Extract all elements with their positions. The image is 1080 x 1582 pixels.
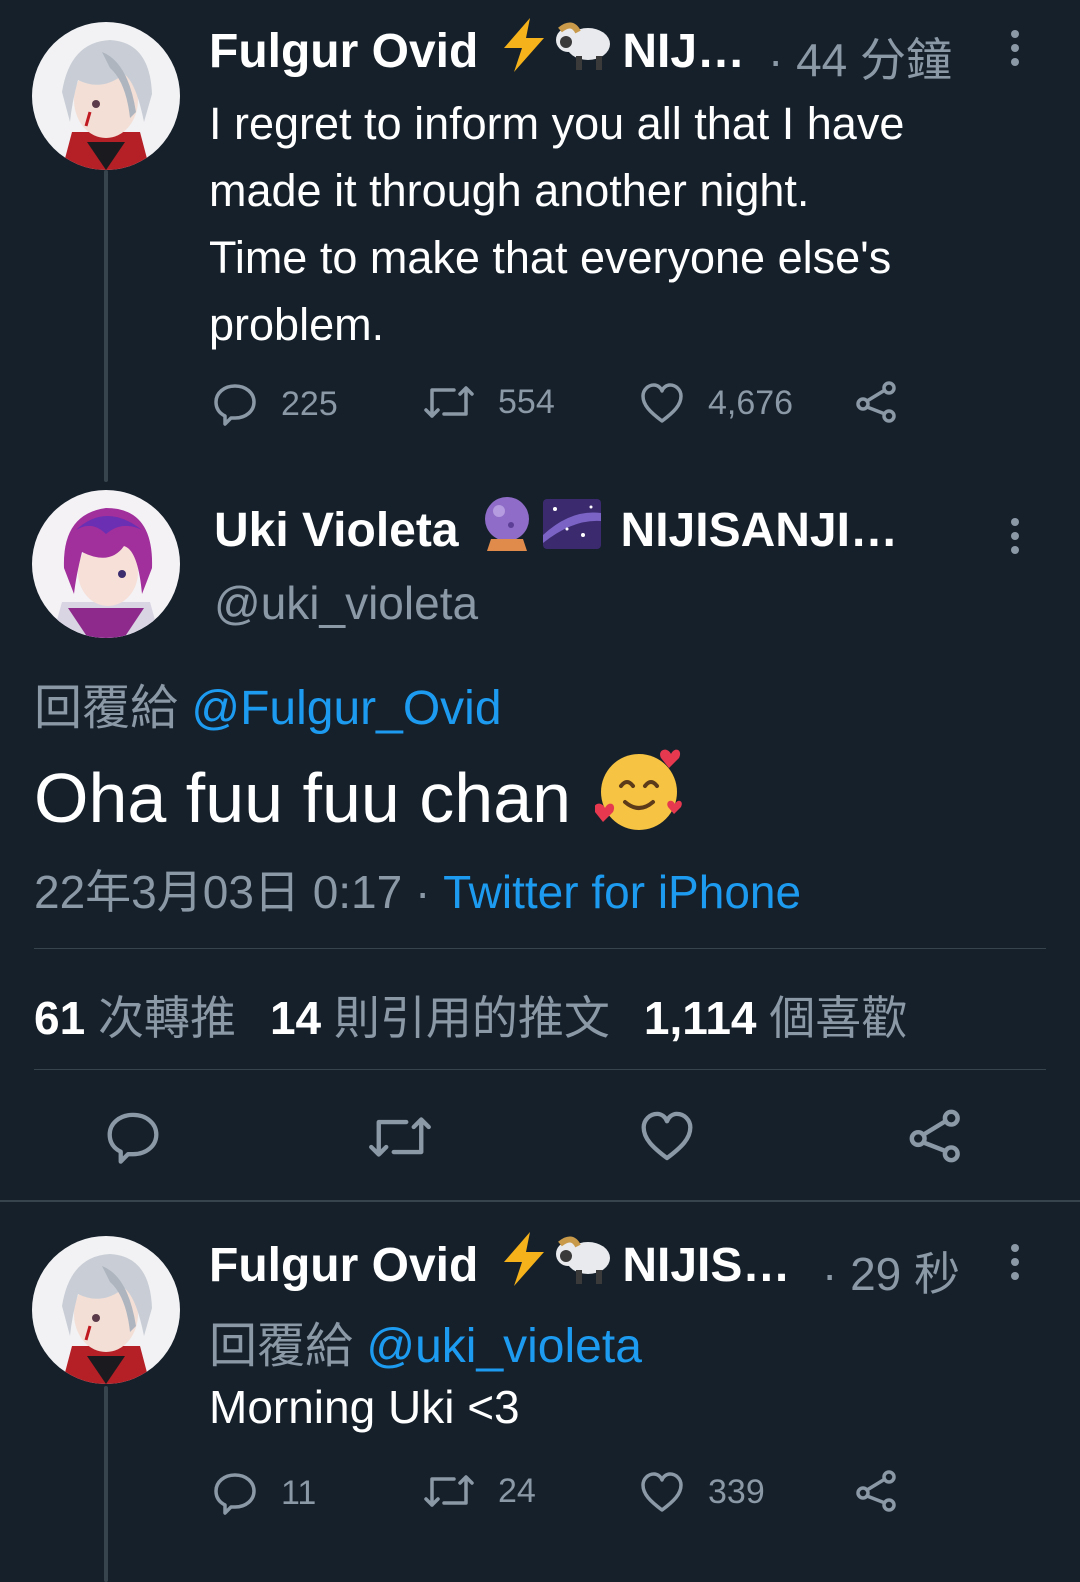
tweet-text: Morning Uki <3 — [209, 1381, 520, 1433]
like-icon — [641, 1472, 683, 1512]
tweet-source[interactable]: Twitter for iPhone — [443, 866, 801, 918]
sheep-emoji — [554, 1232, 614, 1298]
like-stat[interactable]: 1,114 個喜歡 — [644, 982, 907, 1048]
like-button[interactable]: 339 — [640, 1471, 765, 1513]
name-suffix: NIJ… — [622, 24, 746, 78]
name-suffix: NIJIS… — [622, 1238, 791, 1292]
share-button[interactable] — [855, 1469, 899, 1513]
thread-line — [104, 170, 108, 482]
avatar-uki[interactable] — [32, 490, 180, 638]
retweet-icon — [424, 386, 474, 418]
share-button[interactable] — [908, 1108, 964, 1164]
reply-to-link[interactable]: @Fulgur_Ovid — [191, 682, 501, 735]
display-name[interactable]: Fulgur Ovid — [209, 1238, 478, 1293]
like-icon — [641, 1111, 693, 1161]
section-divider — [0, 1200, 1080, 1202]
name-suffix: NIJISANJI… — [620, 503, 898, 557]
more-icon[interactable] — [1011, 518, 1021, 560]
reply-context: 回覆給 @Fulgur_Ovid — [34, 682, 502, 735]
like-button[interactable] — [640, 1110, 694, 1162]
sheep-emoji — [554, 18, 614, 84]
display-name[interactable]: Uki Violeta — [214, 503, 459, 558]
share-icon — [856, 1470, 896, 1512]
tweet-meta: 22年3月03日 0:17 · Twitter for iPhone — [34, 866, 802, 918]
retweet-stat[interactable]: 61 次轉推 — [34, 982, 236, 1048]
share-button[interactable] — [855, 380, 899, 424]
smiling-hearts-emoji — [594, 746, 685, 850]
retweet-button[interactable]: 24 — [424, 1471, 536, 1511]
reply-context: 回覆給 @uki_violeta — [209, 1320, 642, 1373]
retweet-button[interactable] — [368, 1112, 432, 1162]
like-icon — [641, 383, 683, 423]
tweet-stats: 61 次轉推 14 則引用的推文 1,114 個喜歡 — [34, 982, 907, 1048]
reply-button[interactable]: 225 — [213, 382, 338, 426]
reply-icon — [214, 1473, 256, 1515]
tweet-text: I regret to inform you all that I have m… — [209, 98, 905, 350]
reply-icon — [214, 384, 256, 426]
like-button[interactable]: 4,676 — [640, 382, 793, 424]
timestamp[interactable]: · 29 秒 — [822, 1238, 960, 1304]
more-icon[interactable] — [1011, 30, 1021, 72]
share-icon — [856, 381, 896, 423]
tweet-date: 22年3月03日 0:17 — [34, 866, 403, 918]
more-icon[interactable] — [1011, 1244, 1021, 1286]
reply-button[interactable]: 11 — [213, 1471, 316, 1515]
retweet-icon — [369, 1117, 431, 1157]
retweet-button[interactable]: 554 — [424, 382, 555, 422]
timestamp[interactable]: · 44 分鐘 — [768, 24, 952, 90]
tweet-text: Oha fuu fuu chan — [34, 749, 685, 844]
crystal-ball-emoji — [481, 495, 533, 565]
share-icon — [909, 1109, 960, 1163]
divider — [34, 1069, 1046, 1070]
divider — [34, 948, 1046, 949]
retweet-icon — [424, 1475, 474, 1507]
lightning-emoji — [498, 1232, 550, 1298]
reply-button[interactable] — [106, 1110, 160, 1164]
avatar-fulgur[interactable] — [32, 1236, 180, 1384]
avatar-fulgur[interactable] — [32, 22, 180, 170]
reply-to-link[interactable]: @uki_violeta — [366, 1320, 642, 1373]
display-name[interactable]: Fulgur Ovid — [209, 24, 478, 79]
quote-stat[interactable]: 14 則引用的推文 — [270, 982, 610, 1048]
reply-icon — [107, 1112, 159, 1164]
milky-way-emoji — [542, 499, 601, 561]
handle[interactable]: @uki_violeta — [214, 576, 478, 630]
thread-line — [104, 1386, 108, 1582]
lightning-emoji — [498, 18, 550, 84]
